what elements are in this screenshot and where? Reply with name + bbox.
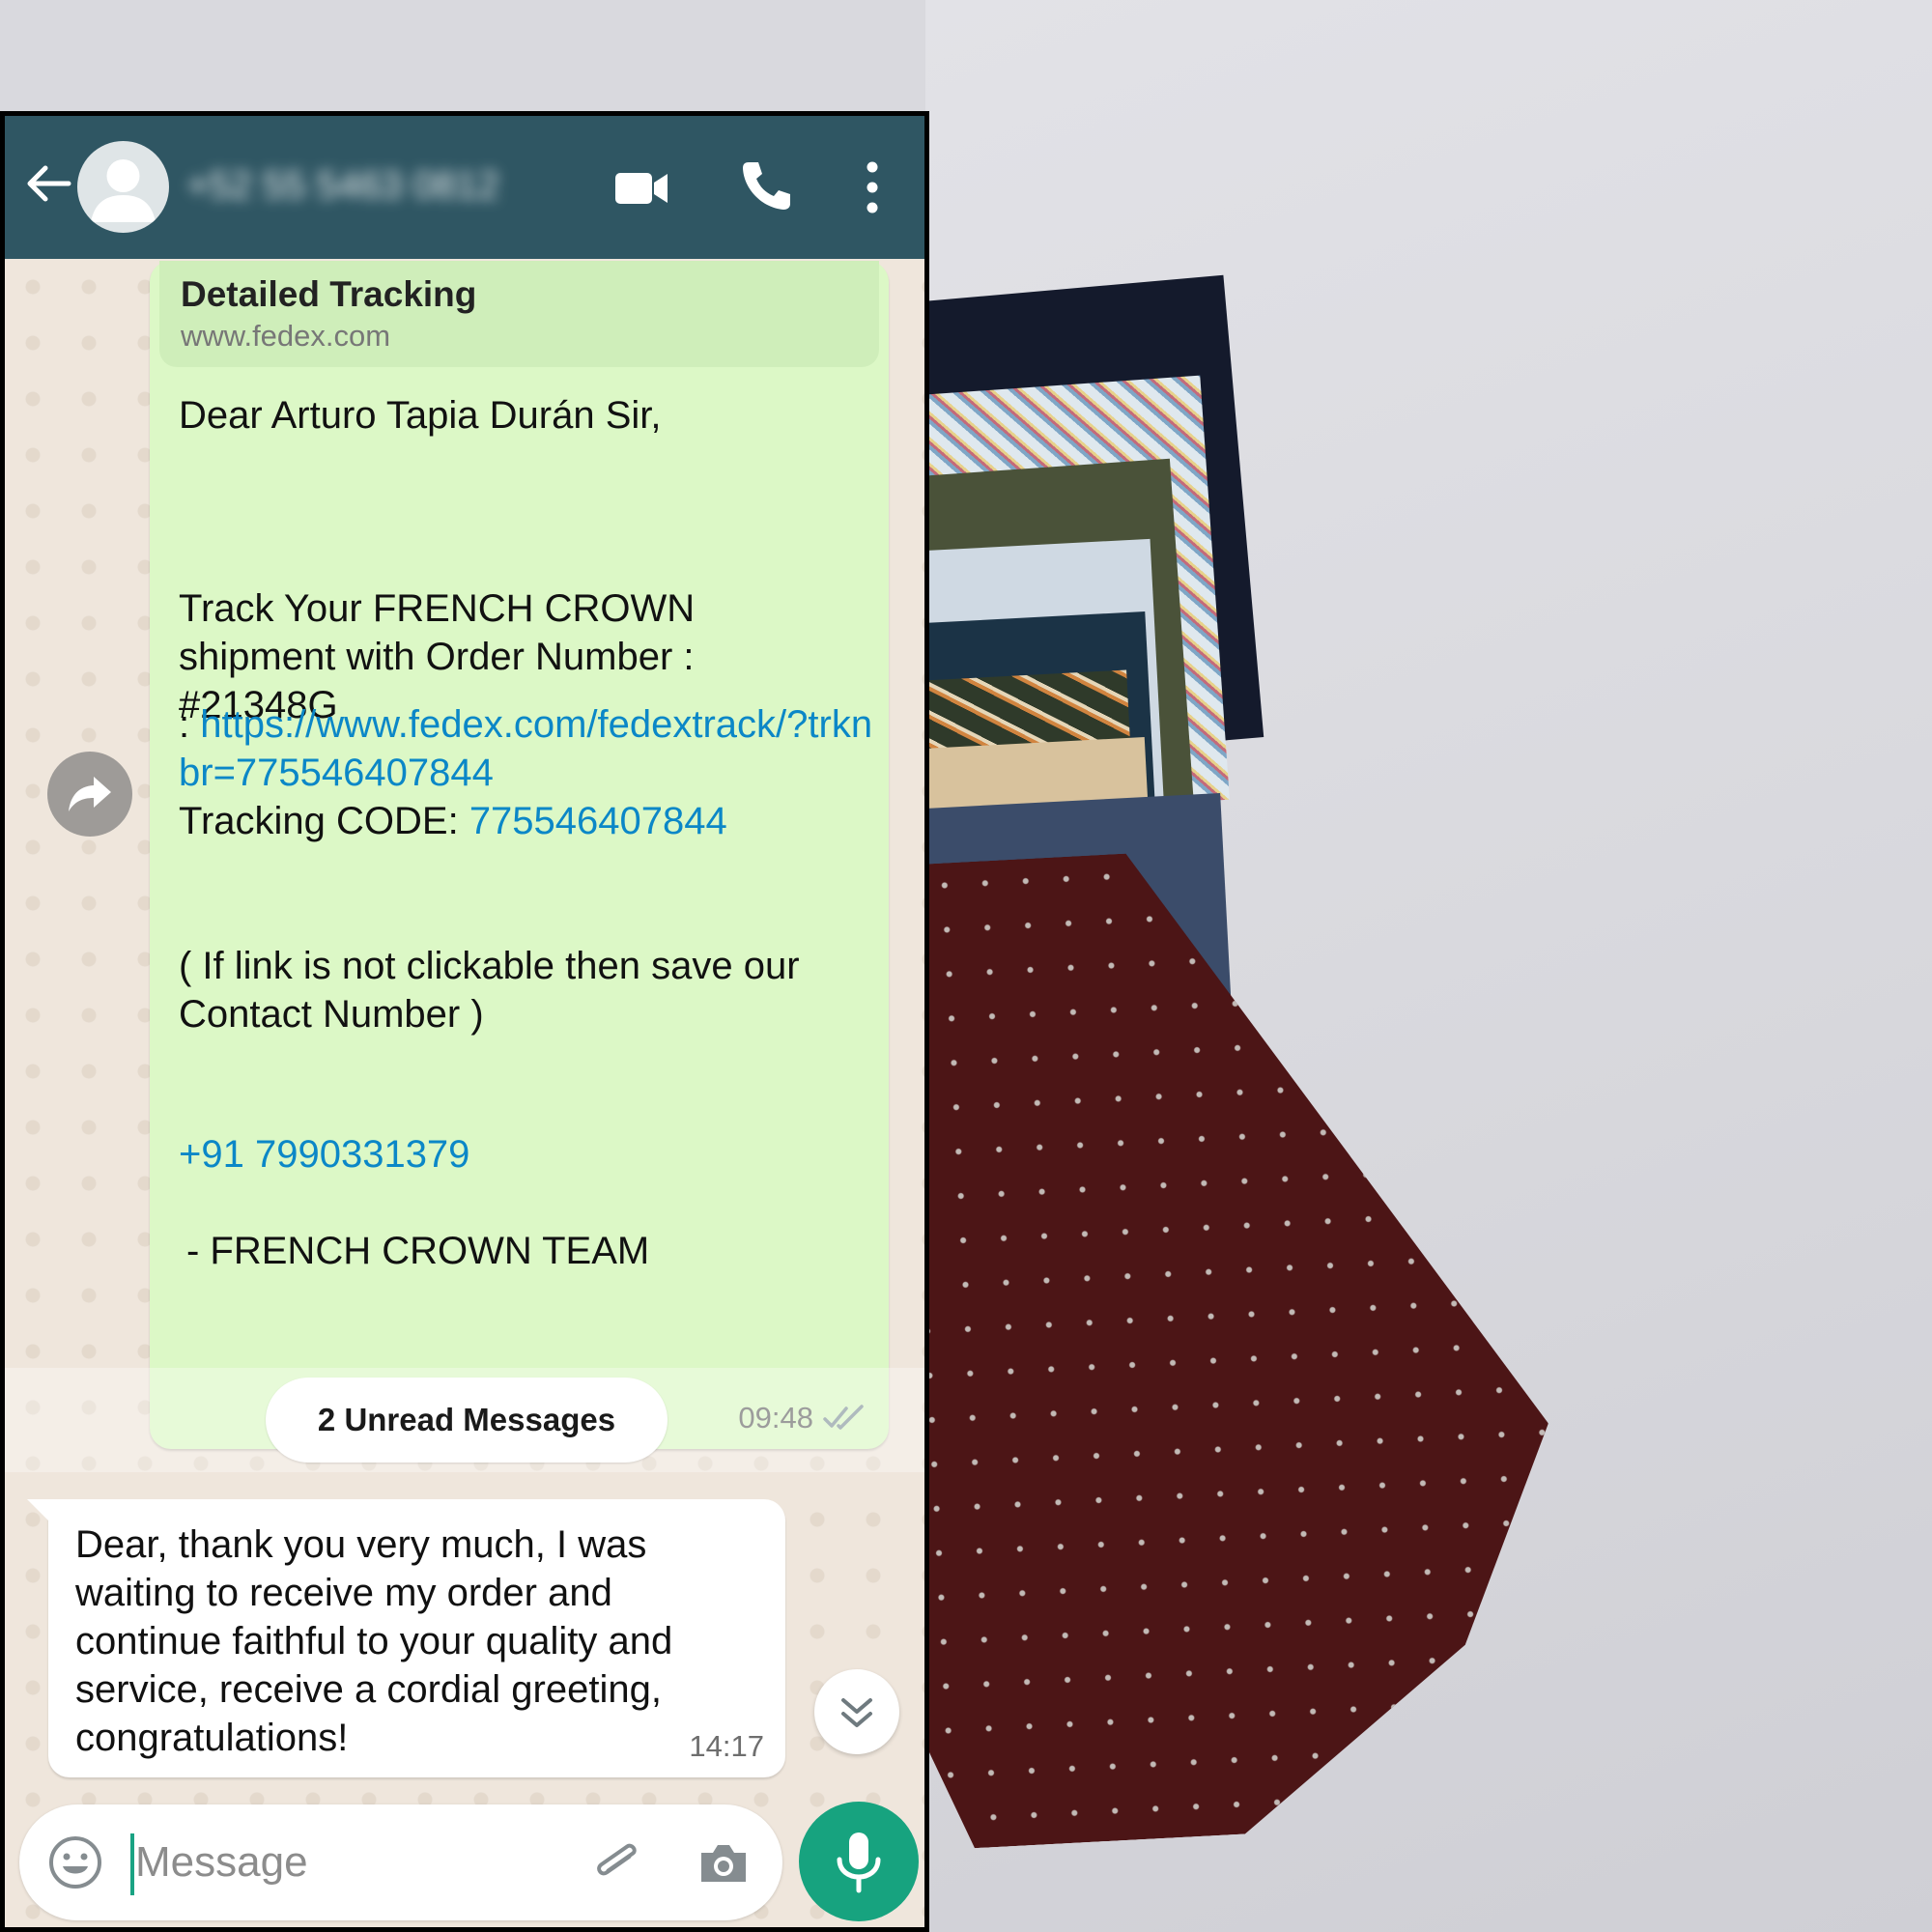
maroon-print-shorts (925, 833, 1569, 1852)
contact-avatar[interactable] (77, 141, 169, 233)
product-photo (925, 0, 1932, 1932)
message-greeting: Dear Arturo Tapia Durán Sir, (179, 394, 662, 437)
emoji-icon[interactable] (46, 1833, 104, 1891)
message-link-line: : https://www.fedex.com/fedextrack/?trkn… (179, 700, 874, 797)
outgoing-message-bubble[interactable]: Detailed Tracking www.fedex.com Dear Art… (150, 261, 889, 1449)
tracking-code-line: Tracking CODE: 775546407844 (179, 797, 874, 845)
tracking-link[interactable]: https://www.fedex.com/fedextrack/?trknbr… (179, 703, 872, 794)
contact-name[interactable]: +52 55 5463 0812 (186, 159, 568, 213)
incoming-message-bubble[interactable]: Dear, thank you very much, I was waiting… (27, 1499, 785, 1777)
bubble-tail (27, 1499, 50, 1522)
message-composer (19, 1804, 782, 1920)
text-cursor (130, 1833, 134, 1895)
tracking-code[interactable]: 775546407844 (469, 800, 727, 842)
message-signature: - FRENCH CROWN TEAM (186, 1230, 650, 1272)
link-preview-url: www.fedex.com (181, 319, 391, 353)
scroll-to-bottom-icon[interactable] (814, 1669, 899, 1754)
incoming-time: 14:17 (689, 1729, 764, 1763)
attachment-icon[interactable] (589, 1835, 645, 1891)
link-preview-card[interactable]: Detailed Tracking www.fedex.com (159, 261, 879, 367)
phone-call-icon[interactable] (737, 156, 795, 214)
microphone-icon[interactable] (799, 1802, 919, 1921)
link-preview-title: Detailed Tracking (181, 274, 477, 314)
chat-header: +52 55 5463 0812 (5, 116, 924, 259)
message-note: ( If link is not clickable then save our… (179, 945, 810, 1036)
message-input[interactable] (135, 1826, 464, 1899)
contact-phone-link[interactable]: +91 7990331379 (179, 1130, 874, 1179)
video-call-icon[interactable] (611, 159, 671, 217)
back-arrow-icon[interactable] (20, 156, 74, 211)
more-options-icon[interactable] (855, 155, 890, 220)
tracking-code-label: Tracking CODE: (179, 800, 469, 842)
unread-messages-badge: 2 Unread Messages (266, 1378, 668, 1463)
camera-icon[interactable] (696, 1835, 752, 1891)
link-prefix: : (179, 703, 201, 746)
chat-screen: +52 55 5463 0812 Detailed Tracking www.f… (0, 111, 929, 1932)
incoming-message-text: Dear, thank you very much, I was waiting… (75, 1523, 684, 1759)
forward-icon[interactable] (47, 752, 132, 837)
